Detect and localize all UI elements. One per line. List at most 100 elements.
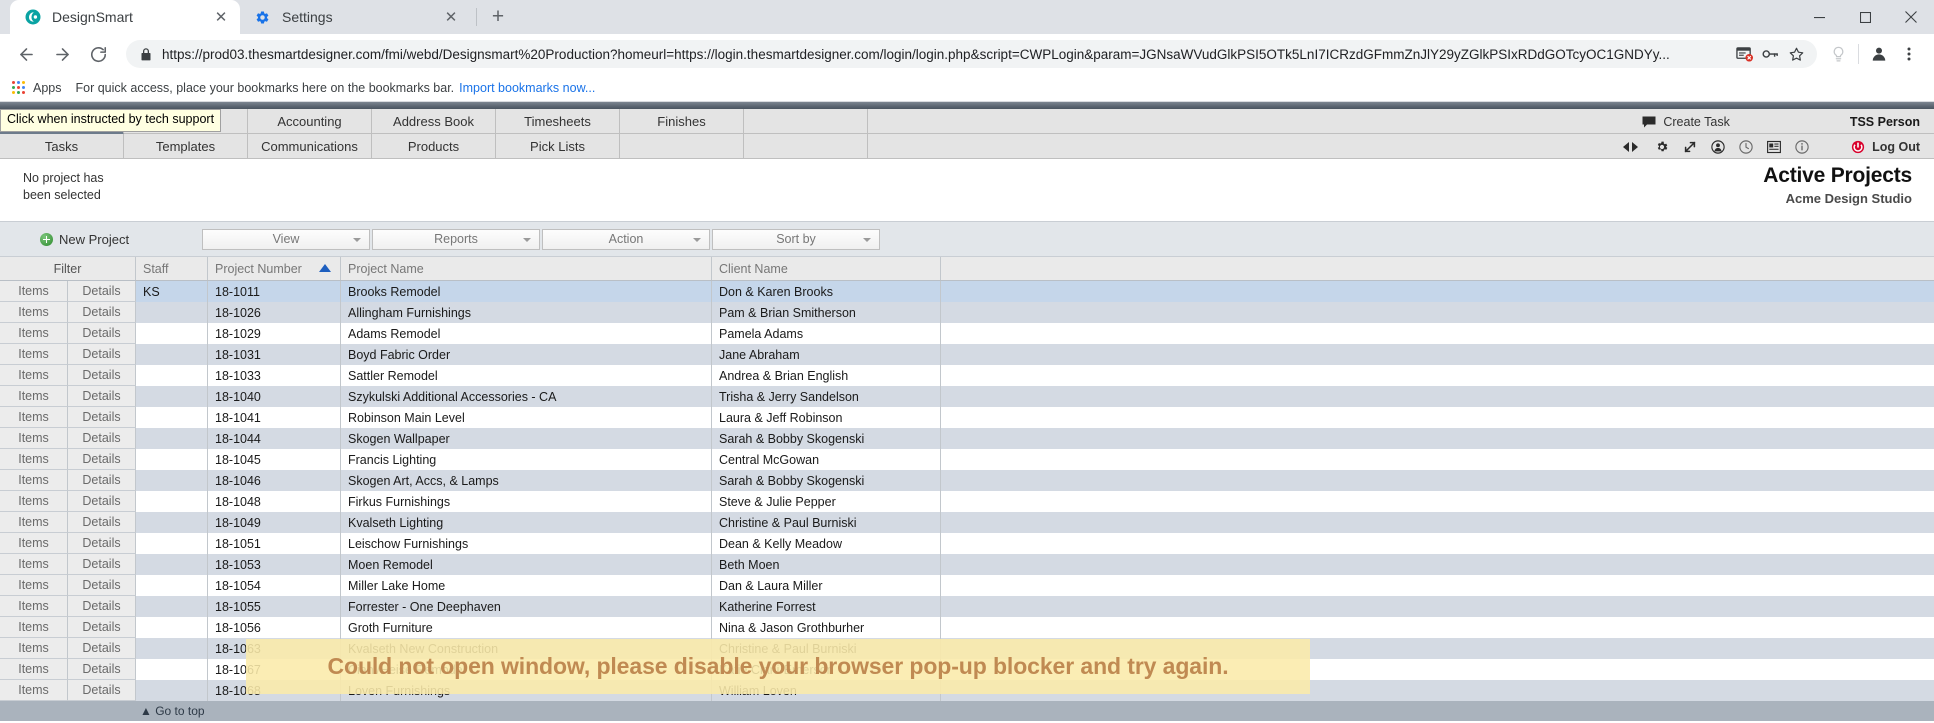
table-row[interactable]: Items Details 18-1041 Robinson Main Level La… [0, 407, 1934, 428]
row-details-button[interactable]: Details [68, 386, 136, 407]
table-row[interactable]: Items Details 18-1055 Forrester - One Deeph… [0, 596, 1934, 617]
table-row[interactable]: Items Details 18-1054 Miller Lake Home Dan &… [0, 575, 1934, 596]
gear-icon[interactable] [1655, 140, 1669, 154]
row-items-button[interactable]: Items [0, 344, 68, 365]
clock-icon[interactable] [1739, 139, 1753, 154]
row-details-button[interactable]: Details [68, 512, 136, 533]
row-items-button[interactable]: Items [0, 449, 68, 470]
sort-by-dropdown[interactable]: Sort by [712, 228, 880, 250]
nav-tab-pick-lists[interactable]: Pick Lists [496, 134, 620, 159]
window-icon[interactable] [1767, 140, 1782, 154]
close-icon[interactable]: ✕ [212, 8, 230, 26]
new-project-button[interactable]: New Project [40, 232, 200, 247]
row-details-button[interactable]: Details [68, 659, 136, 680]
table-row[interactable]: Items Details 18-1051 Leischow Furnishings D… [0, 533, 1934, 554]
column-header-project-name[interactable]: Project Name [341, 257, 712, 280]
column-header-filter[interactable]: Filter [0, 257, 136, 280]
row-items-button[interactable]: Items [0, 554, 68, 575]
go-to-top-bar[interactable]: ▲ Go to top [0, 701, 1934, 721]
table-row[interactable]: Items Details 18-1033 Sattler Remodel Andrea… [0, 365, 1934, 386]
row-items-button[interactable]: Items [0, 596, 68, 617]
tab-settings[interactable]: Settings ✕ [240, 0, 470, 34]
row-details-button[interactable]: Details [68, 323, 136, 344]
close-window-button[interactable] [1888, 0, 1934, 34]
nav-tab-accounting[interactable]: Accounting [248, 109, 372, 134]
user-icon[interactable] [1711, 139, 1725, 154]
view-dropdown[interactable]: View [202, 228, 370, 250]
nav-tab-products[interactable]: Products [372, 134, 496, 159]
column-header-staff[interactable]: Staff [136, 257, 208, 280]
row-items-button[interactable]: Items [0, 533, 68, 554]
row-items-button[interactable]: Items [0, 407, 68, 428]
log-out-button[interactable]: Log Out [1851, 140, 1920, 154]
row-items-button[interactable]: Items [0, 638, 68, 659]
expand-arrows-icon[interactable] [1683, 140, 1697, 154]
nav-tab-communications[interactable]: Communications [248, 134, 372, 159]
table-row[interactable]: Items Details 18-1026 Allingham Furnishings… [0, 302, 1934, 323]
row-items-button[interactable]: Items [0, 659, 68, 680]
table-row[interactable]: Items Details 18-1031 Boyd Fabric Order Jane… [0, 344, 1934, 365]
row-details-button[interactable]: Details [68, 428, 136, 449]
row-details-button[interactable]: Details [68, 407, 136, 428]
create-task-button[interactable]: Create Task [1642, 115, 1730, 129]
row-items-button[interactable]: Items [0, 386, 68, 407]
row-details-button[interactable]: Details [68, 365, 136, 386]
row-details-button[interactable]: Details [68, 533, 136, 554]
apps-grid-icon[interactable] [12, 81, 25, 94]
address-bar[interactable]: https://prod03.thesmartdesigner.com/fmi/… [126, 40, 1817, 68]
table-row[interactable]: Items Details 18-1053 Moen Remodel Beth Moen [0, 554, 1934, 575]
close-icon[interactable]: ✕ [442, 8, 460, 26]
column-header-project-number[interactable]: Project Number [208, 257, 341, 280]
nav-tab-templates[interactable]: Templates [124, 134, 248, 159]
forward-button[interactable] [46, 38, 78, 70]
table-row[interactable]: Items Details 18-1049 Kvalseth Lighting Chri… [0, 512, 1934, 533]
row-items-button[interactable]: Items [0, 365, 68, 386]
minimize-button[interactable] [1796, 0, 1842, 34]
table-row[interactable]: Items Details 18-1029 Adams Remodel Pamela A… [0, 323, 1934, 344]
table-row[interactable]: Items Details KS 18-1011 Brooks Remodel Don &… [0, 281, 1934, 302]
reports-dropdown[interactable]: Reports [372, 228, 540, 250]
row-details-button[interactable]: Details [68, 302, 136, 323]
nav-tab-timesheets[interactable]: Timesheets [496, 109, 620, 134]
popup-blocked-icon[interactable] [1731, 41, 1757, 67]
row-details-button[interactable]: Details [68, 491, 136, 512]
row-details-button[interactable]: Details [68, 596, 136, 617]
star-icon[interactable] [1783, 41, 1809, 67]
reload-button[interactable] [82, 38, 114, 70]
row-details-button[interactable]: Details [68, 680, 136, 701]
prev-next-arrows-icon[interactable] [1621, 141, 1641, 153]
row-details-button[interactable]: Details [68, 449, 136, 470]
row-items-button[interactable]: Items [0, 575, 68, 596]
table-row[interactable]: Items Details 18-1040 Szykulski Additional … [0, 386, 1934, 407]
row-details-button[interactable]: Details [68, 554, 136, 575]
tab-designsmart[interactable]: DesignSmart ✕ [10, 0, 240, 34]
row-items-button[interactable]: Items [0, 302, 68, 323]
action-dropdown[interactable]: Action [542, 228, 710, 250]
table-row[interactable]: Items Details 18-1056 Groth Furniture Nina &… [0, 617, 1934, 638]
row-details-button[interactable]: Details [68, 617, 136, 638]
row-details-button[interactable]: Details [68, 470, 136, 491]
new-tab-button[interactable]: + [483, 2, 513, 32]
info-icon[interactable] [1795, 139, 1809, 154]
row-details-button[interactable]: Details [68, 638, 136, 659]
row-items-button[interactable]: Items [0, 428, 68, 449]
column-header-client-name[interactable]: Client Name [712, 257, 941, 280]
row-details-button[interactable]: Details [68, 281, 136, 302]
table-row[interactable]: Items Details 18-1048 Firkus Furnishings Ste… [0, 491, 1934, 512]
back-button[interactable] [10, 38, 42, 70]
row-items-button[interactable]: Items [0, 323, 68, 344]
table-row[interactable]: Items Details 18-1045 Francis Lighting Centr… [0, 449, 1934, 470]
table-row[interactable]: Items Details 18-1046 Skogen Art, Accs, & L… [0, 470, 1934, 491]
import-bookmarks-link[interactable]: Import bookmarks now... [459, 81, 595, 95]
menu-kebab-icon[interactable] [1894, 39, 1924, 69]
table-row[interactable]: Items Details 18-1044 Skogen Wallpaper Sarah… [0, 428, 1934, 449]
row-items-button[interactable]: Items [0, 281, 68, 302]
row-items-button[interactable]: Items [0, 680, 68, 701]
nav-tab-tasks[interactable]: Tasks [0, 134, 124, 159]
key-icon[interactable] [1757, 41, 1783, 67]
profile-avatar-icon[interactable] [1864, 39, 1894, 69]
row-items-button[interactable]: Items [0, 512, 68, 533]
row-items-button[interactable]: Items [0, 617, 68, 638]
row-details-button[interactable]: Details [68, 344, 136, 365]
row-items-button[interactable]: Items [0, 491, 68, 512]
